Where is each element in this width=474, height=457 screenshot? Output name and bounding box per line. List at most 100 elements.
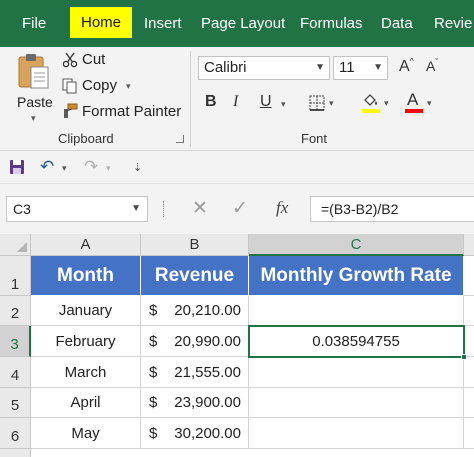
copy-dropdown-icon[interactable]: ▾ bbox=[126, 81, 131, 92]
formula-bar-splitter[interactable] bbox=[163, 201, 165, 217]
column-header-d[interactable] bbox=[464, 234, 474, 256]
underline-button[interactable]: U bbox=[260, 93, 272, 111]
font-group-label: Font bbox=[301, 131, 328, 146]
tab-insert[interactable]: Insert bbox=[144, 0, 182, 47]
revenue-cell[interactable]: $ 30,200.00 bbox=[141, 418, 249, 449]
save-icon[interactable] bbox=[9, 159, 25, 175]
undo-dropdown-icon[interactable]: ▾ bbox=[62, 163, 67, 174]
cell-d5[interactable] bbox=[464, 388, 474, 418]
name-box-dropdown-icon[interactable]: ▼ bbox=[131, 197, 141, 221]
row-header-3[interactable]: 3 bbox=[0, 326, 31, 357]
clipboard-launcher-icon[interactable] bbox=[176, 135, 184, 143]
formula-buttons: ✕ ✓ fx bbox=[180, 196, 304, 222]
growth-cell[interactable] bbox=[249, 418, 464, 449]
fill-color-button[interactable]: ▾ bbox=[362, 92, 396, 116]
fill-color-dropdown-icon[interactable]: ▾ bbox=[384, 98, 389, 109]
cell-d6[interactable] bbox=[464, 418, 474, 449]
row-header-2[interactable]: 2 bbox=[0, 296, 31, 326]
font-color-button[interactable]: A ▾ bbox=[405, 90, 439, 116]
select-all-button[interactable] bbox=[0, 234, 31, 256]
decrease-font-size-icon: A bbox=[426, 58, 436, 74]
italic-button[interactable]: I bbox=[233, 93, 238, 111]
copy-button[interactable]: Copy ▾ bbox=[60, 75, 144, 97]
format-painter-button[interactable]: Format Painter bbox=[60, 100, 181, 122]
increase-font-size-button[interactable]: A^ bbox=[399, 56, 414, 76]
paste-label: Paste bbox=[17, 94, 53, 110]
borders-dropdown-icon[interactable]: ▾ bbox=[329, 98, 334, 109]
header-cell-revenue[interactable]: Revenue bbox=[141, 256, 249, 296]
row-header-1[interactable]: 1 bbox=[0, 256, 31, 296]
decrease-font-size-button[interactable]: Aˇ bbox=[426, 57, 438, 74]
row-header-5[interactable]: 5 bbox=[0, 388, 31, 418]
cell-d4[interactable] bbox=[464, 357, 474, 388]
header-cell-growth[interactable]: Monthly Growth Rate bbox=[249, 256, 464, 296]
font-size-dropdown-icon[interactable]: ▼ bbox=[373, 57, 383, 79]
ribbon-tab-bar: File Home Insert Page Layout Formulas Da… bbox=[0, 0, 474, 47]
font-size-value: 11 bbox=[339, 59, 355, 76]
tab-review[interactable]: Revie bbox=[434, 0, 472, 47]
cell-d1[interactable] bbox=[464, 256, 474, 296]
quick-access-toolbar: ↶ ▾ ↷ ▾ ⇣ bbox=[0, 151, 474, 184]
month-cell[interactable]: May bbox=[31, 418, 141, 449]
font-name-combo[interactable]: Calibri ▼ bbox=[198, 56, 330, 80]
redo-dropdown-icon[interactable]: ▾ bbox=[106, 163, 111, 174]
tab-formulas[interactable]: Formulas bbox=[300, 0, 363, 47]
insert-function-button[interactable]: fx bbox=[276, 198, 288, 218]
copy-icon bbox=[62, 78, 77, 94]
font-name-dropdown-icon[interactable]: ▼ bbox=[315, 57, 325, 79]
revenue-cell[interactable]: $ 20,990.00 bbox=[141, 326, 249, 357]
row-header-6[interactable]: 6 bbox=[0, 418, 31, 449]
revenue-cell[interactable]: $ 20,210.00 bbox=[141, 296, 249, 326]
cell-d3[interactable] bbox=[464, 326, 474, 357]
customize-qat-icon[interactable]: ⇣ bbox=[133, 161, 142, 174]
month-cell[interactable]: February bbox=[31, 326, 141, 357]
worksheet-grid[interactable]: A B C 1 2 3 4 5 6 Month Revenue Monthly … bbox=[0, 234, 474, 457]
month-cell[interactable]: March bbox=[31, 357, 141, 388]
header-cell-month[interactable]: Month bbox=[31, 256, 141, 296]
tab-file[interactable]: File bbox=[22, 0, 46, 47]
column-header-c[interactable]: C bbox=[249, 234, 464, 256]
paste-dropdown-icon[interactable]: ▾ bbox=[31, 113, 36, 124]
month-cell[interactable]: April bbox=[31, 388, 141, 418]
revenue-cell[interactable]: $ 21,555.00 bbox=[141, 357, 249, 388]
bold-button[interactable]: B bbox=[205, 93, 217, 111]
growth-cell[interactable] bbox=[249, 388, 464, 418]
name-box[interactable]: C3 ▼ bbox=[6, 196, 148, 222]
format-painter-icon bbox=[64, 103, 78, 118]
cut-button[interactable]: Cut bbox=[60, 50, 120, 72]
copy-label: Copy bbox=[82, 77, 118, 94]
tab-data[interactable]: Data bbox=[381, 0, 413, 47]
revenue-cell[interactable]: $ 23,900.00 bbox=[141, 388, 249, 418]
undo-icon[interactable]: ↶ bbox=[40, 157, 54, 177]
row-header-7[interactable] bbox=[0, 449, 31, 457]
redo-icon[interactable]: ↷ bbox=[84, 157, 98, 177]
borders-button[interactable]: ▾ bbox=[309, 94, 343, 114]
enter-icon[interactable]: ✓ bbox=[232, 197, 248, 220]
font-size-combo[interactable]: 11 ▼ bbox=[333, 56, 388, 80]
font-color-swatch bbox=[405, 109, 423, 113]
currency-symbol: $ bbox=[149, 364, 158, 381]
column-header-b[interactable]: B bbox=[141, 234, 249, 256]
growth-cell[interactable] bbox=[249, 296, 464, 326]
month-cell[interactable]: January bbox=[31, 296, 141, 326]
column-header-a[interactable]: A bbox=[31, 234, 141, 256]
increase-font-size-icon: A bbox=[399, 58, 410, 75]
underline-dropdown-icon[interactable]: ▾ bbox=[281, 99, 286, 110]
revenue-amount: 21,555.00 bbox=[174, 364, 241, 381]
cancel-icon[interactable]: ✕ bbox=[192, 197, 208, 220]
borders-icon bbox=[309, 95, 325, 111]
currency-symbol: $ bbox=[149, 302, 158, 319]
row-header-4[interactable]: 4 bbox=[0, 357, 31, 388]
tab-page-layout[interactable]: Page Layout bbox=[201, 0, 285, 47]
scissors-icon bbox=[62, 52, 78, 68]
growth-cell[interactable] bbox=[249, 357, 464, 388]
formula-input[interactable]: =(B3-B2)/B2 bbox=[310, 196, 474, 222]
group-separator bbox=[190, 51, 191, 147]
paste-button[interactable]: Paste ▾ bbox=[12, 51, 56, 127]
fill-handle[interactable] bbox=[461, 354, 467, 360]
cell-d2[interactable] bbox=[464, 296, 474, 326]
tab-home[interactable]: Home bbox=[70, 7, 133, 38]
font-color-dropdown-icon[interactable]: ▾ bbox=[427, 98, 432, 109]
revenue-amount: 30,200.00 bbox=[174, 425, 241, 442]
font-color-icon: A bbox=[407, 90, 419, 109]
